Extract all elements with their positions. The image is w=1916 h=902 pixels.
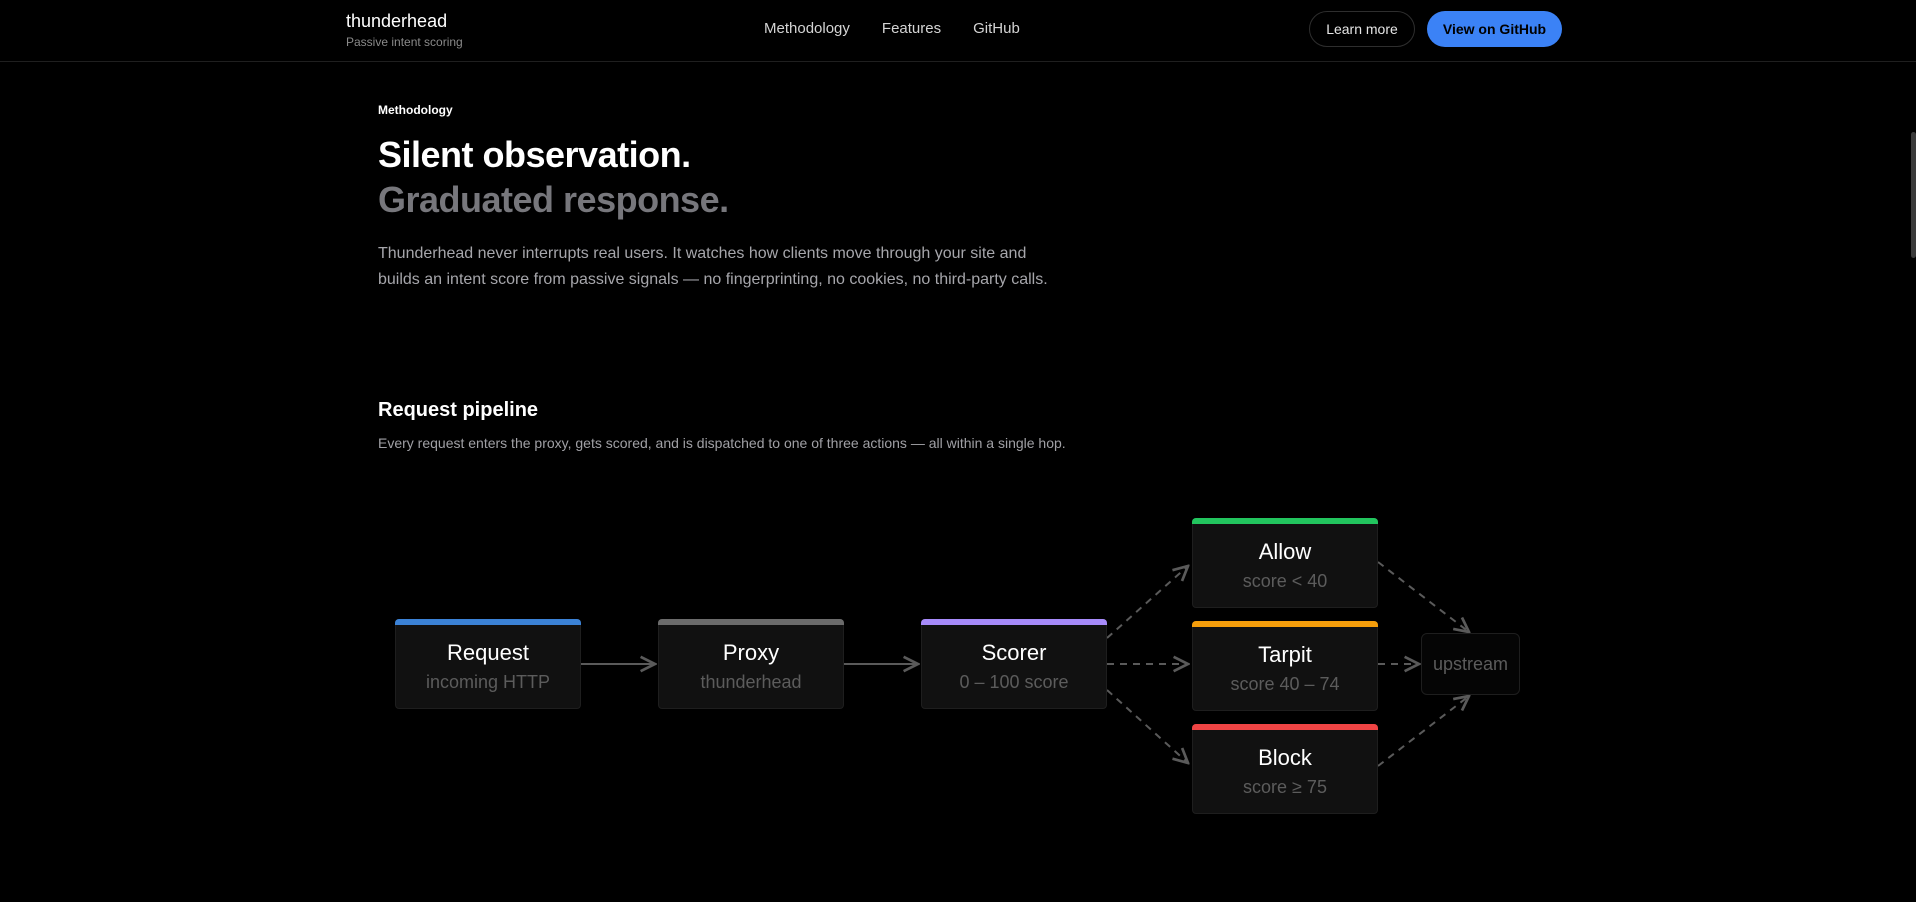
node-proxy: Proxy thunderhead bbox=[658, 619, 844, 709]
node-request: Request incoming HTTP bbox=[395, 619, 581, 709]
node-scorer-accent bbox=[921, 619, 1107, 625]
pipeline-connectors bbox=[581, 561, 1916, 767]
node-tarpit-subtitle: score 40 – 74 bbox=[1230, 673, 1340, 694]
arrow-allow-upstream bbox=[1377, 561, 1469, 632]
node-proxy-subtitle: thunderhead bbox=[700, 671, 802, 692]
arrow-scorer-allow bbox=[1106, 566, 1188, 639]
node-scorer: Scorer 0 – 100 score bbox=[921, 619, 1107, 709]
node-allow: Allow score < 40 bbox=[1192, 518, 1378, 608]
node-proxy-title: Proxy bbox=[722, 639, 780, 665]
node-request-title: Request bbox=[447, 639, 529, 665]
node-scorer-subtitle: 0 – 100 score bbox=[959, 671, 1069, 692]
arrow-scorer-block bbox=[1106, 689, 1188, 763]
node-block-subtitle: score ≥ 75 bbox=[1243, 776, 1327, 797]
node-request-accent bbox=[395, 619, 581, 625]
node-scorer-title: Scorer bbox=[981, 639, 1047, 665]
node-proxy-accent bbox=[658, 619, 844, 625]
node-block-accent bbox=[1192, 724, 1378, 730]
node-tarpit: Tarpit score 40 – 74 bbox=[1192, 621, 1378, 711]
node-tarpit-accent bbox=[1192, 621, 1378, 627]
node-allow-subtitle: score < 40 bbox=[1242, 570, 1328, 591]
node-upstream: upstream bbox=[1421, 633, 1520, 695]
node-allow-accent bbox=[1192, 518, 1378, 524]
node-block: Block score ≥ 75 bbox=[1192, 724, 1378, 814]
node-block-title: Block bbox=[1258, 744, 1312, 770]
arrow-block-upstream bbox=[1377, 696, 1469, 767]
node-request-subtitle: incoming HTTP bbox=[425, 671, 551, 692]
node-allow-title: Allow bbox=[1258, 538, 1312, 564]
node-tarpit-title: Tarpit bbox=[1258, 641, 1312, 667]
